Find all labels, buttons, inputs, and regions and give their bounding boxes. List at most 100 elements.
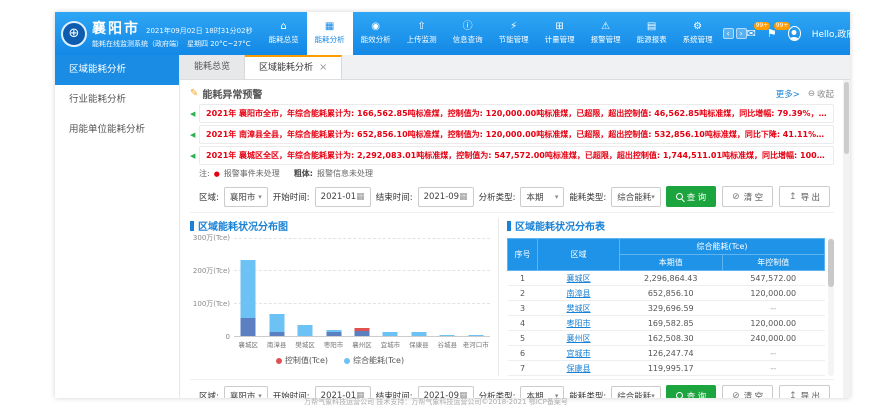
export-button[interactable]: ↥导 出 [779, 186, 830, 207]
nav-item-label: 能耗分析 [315, 34, 345, 45]
energy-type-label: 能耗类型: [569, 191, 606, 203]
nav-item-system[interactable]: ⚙系统管理 [675, 12, 721, 55]
notification-icon[interactable]: ⚑ 99+ [767, 27, 777, 40]
x-axis-label: 老河口市 [462, 337, 490, 349]
more-link[interactable]: 更多> [776, 88, 800, 100]
nav-item-energy-report[interactable]: ▤能源报表 [629, 12, 675, 55]
nav-item-label: 能源报表 [637, 34, 667, 45]
col-header-seq: 序号 [508, 239, 538, 271]
col-header-group: 综合能耗(Tce) [620, 239, 825, 255]
query-button[interactable]: 查 询 [666, 186, 716, 207]
clear-button[interactable]: ⊘清 空 [722, 186, 773, 207]
region-link[interactable]: 樊城区 [567, 304, 591, 313]
y-axis-tick: 200万(Tce) [193, 266, 230, 276]
warning-list: ◀2021年 襄阳市全市，年综合能耗累计为: 166,562.85吨标准煤，控制… [190, 104, 834, 165]
sidebar-item[interactable]: 用能单位能耗分析 [55, 115, 179, 145]
bar-segment [411, 332, 426, 336]
chart-legend: 控制值(Tce)综合能耗(Tce) [190, 355, 490, 366]
bar-group [433, 238, 461, 336]
x-axis-labels: 襄城区南漳县樊城区枣阳市襄州区宜城市保康县谷城县老河口市 [234, 337, 490, 349]
nav-item-info-query[interactable]: ⓘ信息查询 [445, 12, 491, 55]
red-dot-icon: ● [214, 170, 220, 178]
bar-group [348, 238, 376, 336]
collapse-button[interactable]: ⊖ 收起 [808, 88, 834, 100]
top-header: ⊕ 襄阳市 2021年09月02日 18时31分02秒 能耗在线监测系统（政府端… [55, 12, 850, 55]
nav-item-energy-saving[interactable]: ⚡节能管理 [491, 12, 537, 55]
cell-current-value: 652,856.10 [620, 286, 723, 301]
x-axis-label: 枣阳市 [319, 337, 347, 349]
tab-close-icon[interactable]: × [319, 57, 327, 79]
table-panel-title: 区域能耗状况分布表 [507, 218, 834, 233]
bar-segment [468, 335, 483, 336]
region-link[interactable]: 襄州区 [567, 334, 591, 343]
table-row: 3樊城区329,696.59-- [508, 301, 825, 316]
table-row: 1 襄城区 2,296,864.43547,572.00 [508, 271, 825, 286]
page: ⊕ 襄阳市 2021年09月02日 18时31分02秒 能耗在线监测系统（政府端… [0, 0, 872, 412]
start-date-input[interactable]: 2021-01▦ [315, 187, 371, 207]
nav-item-metering[interactable]: ⊞计量管理 [537, 12, 583, 55]
tab-region-analysis[interactable]: 区域能耗分析 × [245, 55, 342, 79]
x-axis-label: 襄州区 [348, 337, 376, 349]
legend-dot-icon [276, 358, 282, 364]
message-icon[interactable]: ✉ 99+ [747, 27, 756, 40]
content-scrollbar-thumb[interactable] [844, 82, 849, 154]
avatar-icon[interactable] [788, 26, 801, 41]
sidebar-item[interactable]: 行业能耗分析 [55, 85, 179, 115]
end-date-input[interactable]: 2021-09▦ [418, 187, 474, 207]
nav-item-efficiency-analysis[interactable]: ◉能效分析 [353, 12, 399, 55]
cell-seq: 1 [508, 271, 538, 286]
nav-item-energy-overview[interactable]: ⌂能耗总览 [261, 12, 307, 55]
chevron-down-icon: ▾ [651, 193, 655, 201]
clear-icon: ⊘ [732, 191, 740, 202]
region-link[interactable]: 襄城区 [567, 274, 591, 283]
bar-segment [241, 318, 256, 336]
analysis-type-label: 分析类型: [479, 191, 516, 203]
x-axis-label: 宜城市 [376, 337, 404, 349]
start-time-label: 开始时间: [273, 191, 310, 203]
nav-item-label: 计量管理 [545, 34, 575, 45]
cell-current-value: 2,296,864.43 [620, 271, 723, 286]
table-scrollbar-thumb[interactable] [828, 239, 834, 287]
bar-group [234, 238, 262, 336]
sidebar-item[interactable]: 区域能耗分析 [55, 55, 179, 85]
bar-segment [298, 325, 313, 336]
x-axis-label: 保康县 [405, 337, 433, 349]
table-panel: 区域能耗状况分布表 序号 区域 综合能耗(Tce) [507, 218, 834, 376]
bar-segment [269, 332, 284, 336]
upload-icon: ⇧ [417, 22, 425, 32]
nav-item-upload-monitor[interactable]: ⇧上传监测 [399, 12, 445, 55]
bar-segment [354, 331, 369, 336]
table-row: 2南漳县652,856.10120,000.00 [508, 286, 825, 301]
tab-energy-overview[interactable]: 能耗总览 [180, 55, 245, 79]
app-logo-icon: ⊕ [61, 21, 87, 47]
info-icon: ⓘ [463, 22, 473, 32]
energy-type-select[interactable]: 综合能耗▾ [611, 187, 661, 207]
cell-control-value: 547,572.00 [722, 271, 825, 286]
user-menu[interactable]: Hello,政府监管 ▾ [812, 27, 872, 40]
search-icon [676, 193, 683, 200]
region-select[interactable]: 襄阳市▾ [224, 187, 268, 207]
tab-bar: 能耗总览 区域能耗分析 × [180, 55, 850, 80]
header-right: ✉ 99+ ⚑ 99+ Hello,政府监管 ▾ 退出 [747, 12, 872, 55]
cell-current-value: 119,995.17 [620, 361, 723, 376]
region-link[interactable]: 南漳县 [567, 289, 591, 298]
cell-control-value: 240,000.00 [722, 331, 825, 346]
bar-group [376, 238, 404, 336]
end-time-label: 结束时间: [376, 191, 413, 203]
nav-item-alarm[interactable]: ⚠报警管理 [583, 12, 629, 55]
footer-text: 万帮气象科技运营公司 技术支持：万帮气象科技运营公司©2018-2021 鄂IC… [0, 397, 872, 407]
panel-divider [498, 218, 499, 376]
nav-next-button[interactable]: › [736, 28, 747, 39]
nav-item-energy-analysis[interactable]: ▦能耗分析 [307, 12, 353, 55]
export-icon: ↥ [789, 191, 797, 202]
y-axis-tick: 100万(Tce) [193, 299, 230, 309]
warning-message: 2021年 襄阳市全市，年综合能耗累计为: 166,562.85吨标准煤，控制值… [199, 104, 834, 123]
region-link[interactable]: 宜城市 [567, 349, 591, 358]
city-title: 襄阳市 [92, 18, 140, 38]
analysis-type-select[interactable]: 本期▾ [520, 187, 564, 207]
region-link[interactable]: 保康县 [567, 364, 591, 373]
region-link[interactable]: 枣阳市 [567, 319, 591, 328]
nav-prev-button[interactable]: ‹ [723, 28, 734, 39]
table-row: 7保康县119,995.17-- [508, 361, 825, 376]
table-scrollbar [828, 238, 834, 376]
